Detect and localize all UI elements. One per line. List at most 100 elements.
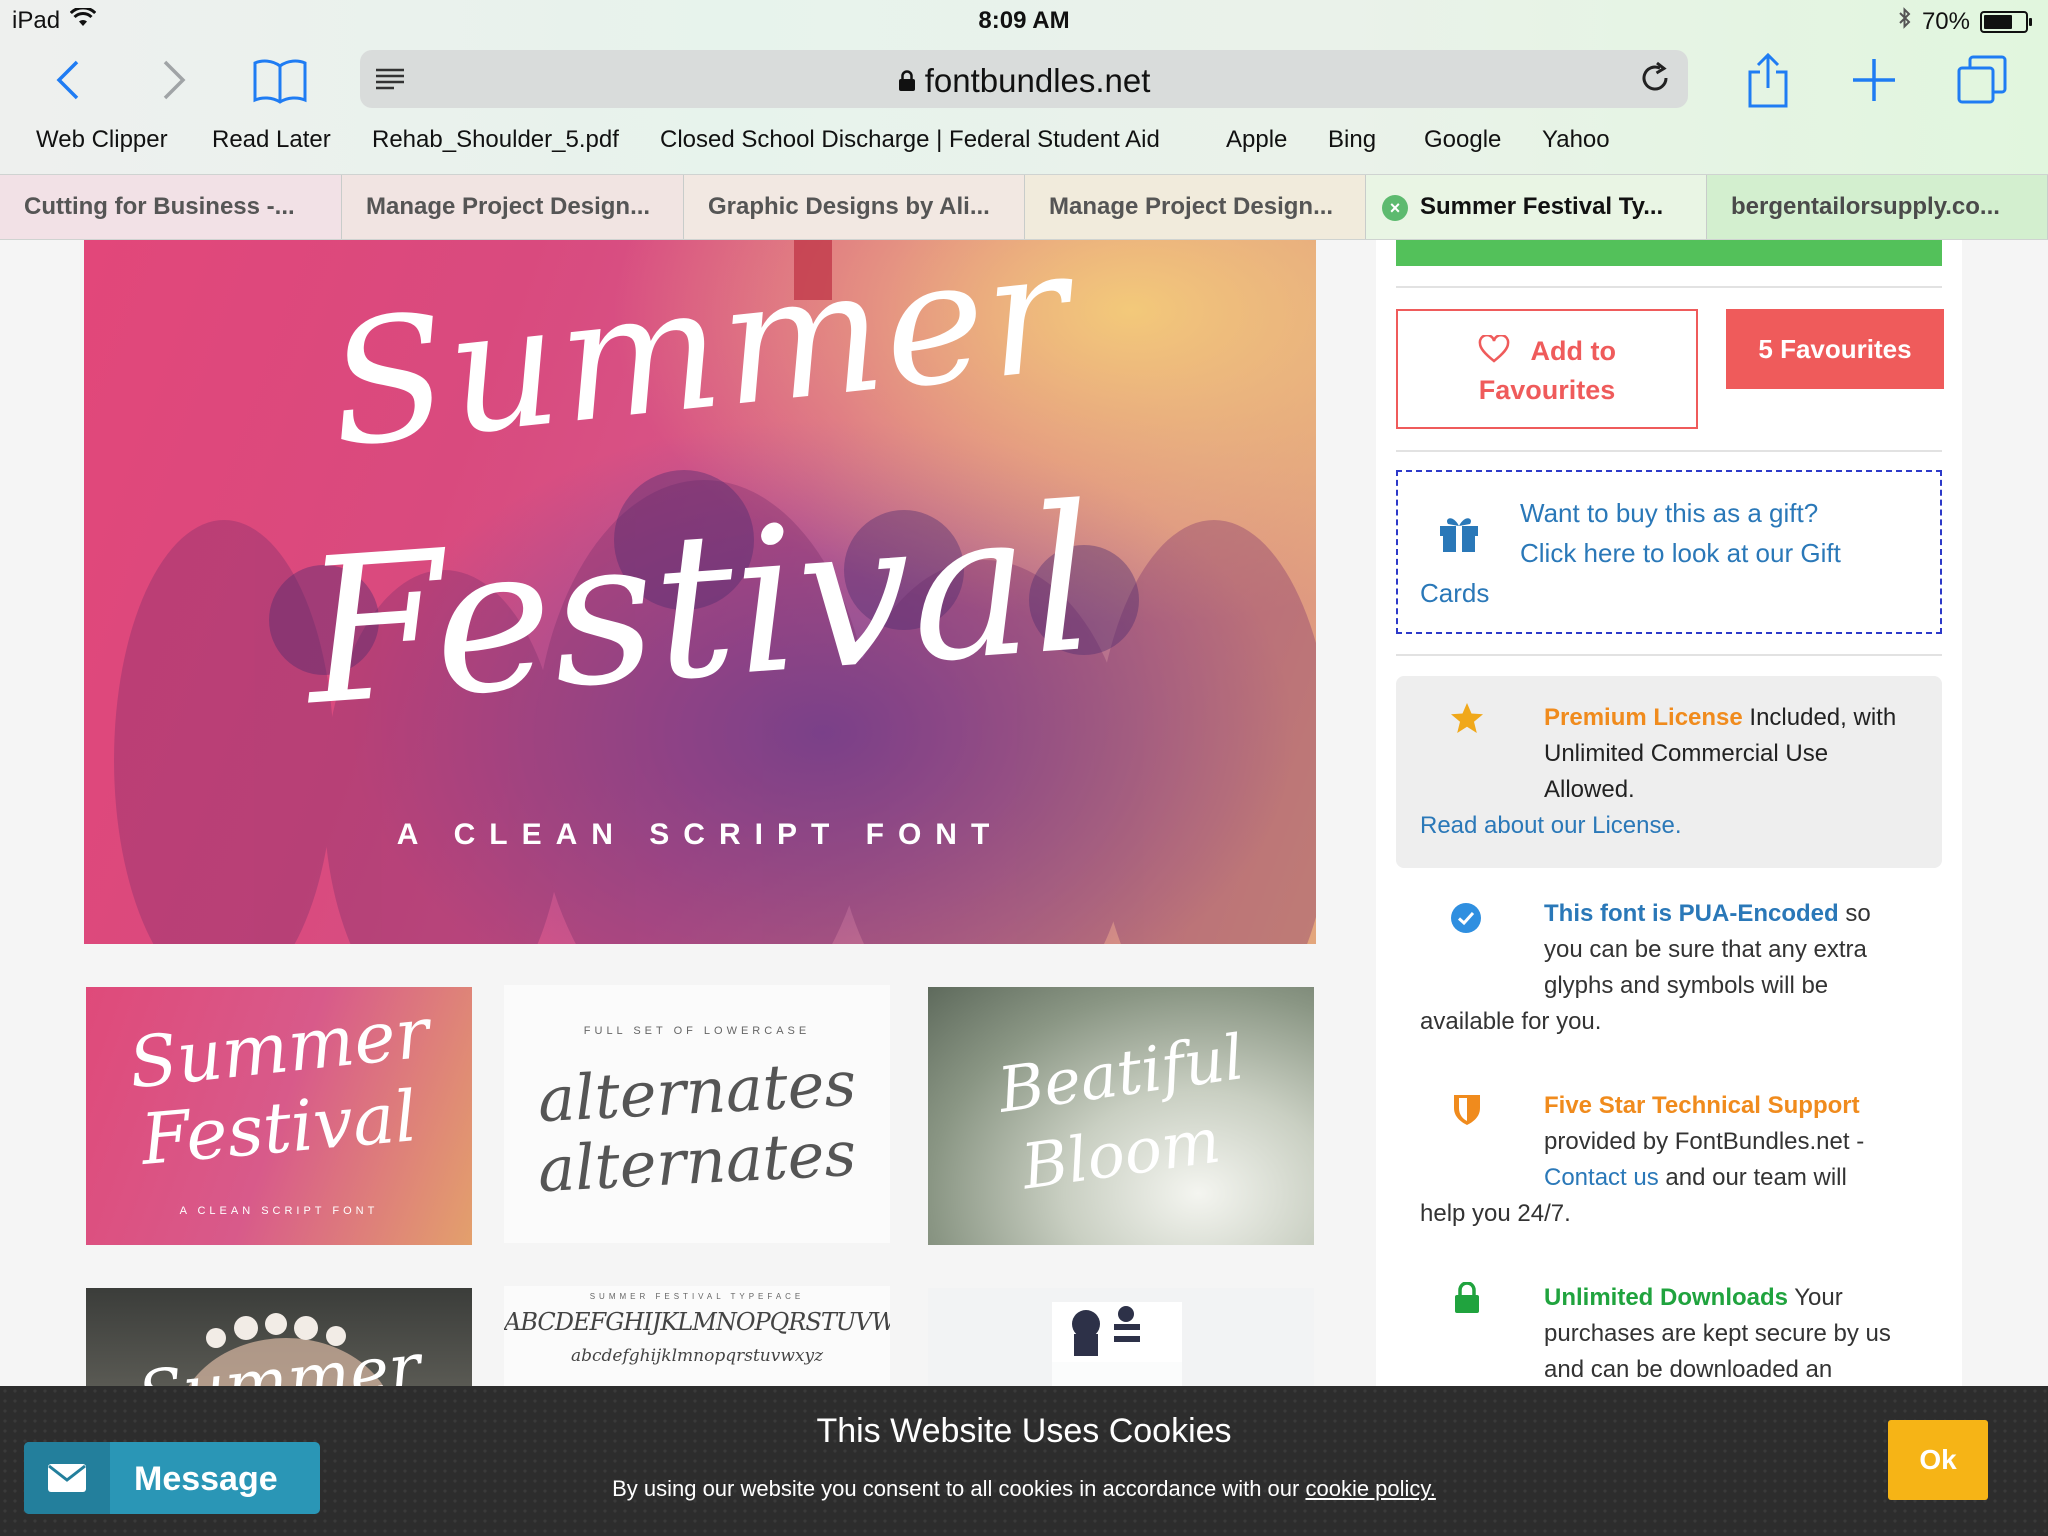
battery-percent: 70%: [1921, 7, 1970, 35]
reload-icon[interactable]: [1638, 61, 1672, 100]
favourites-label-line2: Favourites: [1478, 375, 1616, 405]
downloads-text-line3: and can be downloaded an: [1544, 1356, 1833, 1383]
bookmark-read-later[interactable]: Read Later: [212, 126, 331, 154]
pua-text-line3: glyphs and symbols will be: [1544, 972, 1829, 999]
tab-label: Graphic Designs by Ali...: [708, 193, 990, 220]
thumb-heading: FULL SET OF LOWERCASE: [583, 1025, 811, 1037]
tab-manage-project-design-2[interactable]: Manage Project Design...: [1025, 175, 1366, 239]
battery-icon: [1980, 10, 2032, 33]
add-to-favourites-button[interactable]: Add to Favourites: [1396, 309, 1698, 429]
gift-text-line2: Click here to look at our Gift: [1520, 538, 1841, 568]
pua-title: This font is PUA-Encoded: [1544, 900, 1839, 927]
lock-icon: [1454, 1281, 1480, 1325]
message-button[interactable]: Message: [24, 1442, 320, 1514]
tab-cutting-for-business[interactable]: Cutting for Business -...: [0, 175, 342, 239]
tab-label: Cutting for Business -...: [24, 193, 295, 220]
technical-support-feature: Five Star Technical Support provided by …: [1396, 1082, 1942, 1242]
tab-label: Summer Festival Ty...: [1420, 193, 1664, 220]
shield-icon: [1452, 1092, 1482, 1137]
pua-text: so: [1838, 900, 1871, 927]
bluetooth-icon: [1898, 7, 1912, 36]
cookie-policy-link[interactable]: cookie policy.: [1305, 1476, 1435, 1501]
pua-text-line2: you can be sure that any extra: [1544, 936, 1867, 963]
bookmark-yahoo[interactable]: Yahoo: [1542, 126, 1610, 154]
support-text-line3: and our team will: [1658, 1164, 1847, 1191]
url-text: fontbundles.net: [924, 62, 1151, 99]
support-text-line4: help you 24/7.: [1420, 1200, 1571, 1227]
read-license-link[interactable]: Read about our License.: [1420, 808, 1682, 844]
web-page: Summer Festival A CLEAN SCRIPT FONT Summ…: [0, 240, 2048, 1536]
unlimited-downloads-feature: Unlimited Downloads Your purchases are k…: [1396, 1274, 1942, 1404]
tab-label: Manage Project Design...: [366, 193, 651, 220]
license-info-box: Premium License Included, with Unlimited…: [1396, 676, 1942, 868]
share-button[interactable]: [1736, 50, 1800, 110]
bookmark-apple[interactable]: Apple: [1226, 126, 1287, 154]
product-sidebar: Add to Favourites 5 Favourites Want to b…: [1376, 240, 1962, 1536]
browser-chrome: iPad 8:09 AM 70% fontbundles.net Web Cli…: [0, 0, 2048, 240]
back-button[interactable]: [36, 50, 100, 110]
new-tab-button[interactable]: [1842, 50, 1906, 110]
gift-text-line3: Cards: [1420, 578, 1490, 608]
divider: [1396, 654, 1942, 656]
support-title: Five Star Technical Support: [1544, 1092, 1860, 1119]
thumb-subtitle: A CLEAN SCRIPT FONT: [179, 1205, 379, 1217]
license-text: Included, with: [1742, 704, 1897, 731]
gift-card-link[interactable]: Want to buy this as a gift? Click here t…: [1396, 470, 1942, 634]
gallery-thumbnail-beatiful-bloom[interactable]: Beatiful Bloom: [928, 987, 1314, 1245]
battery-fill: [1984, 14, 2012, 29]
favourites-label-line1: Add to: [1530, 336, 1616, 366]
bookmark-google[interactable]: Google: [1424, 126, 1501, 154]
tabs-overview-button[interactable]: [1950, 50, 2014, 110]
status-bar: iPad 8:09 AM 70%: [0, 0, 2048, 40]
checkmark-circle-icon: [1450, 902, 1482, 945]
tab-label: Manage Project Design...: [1049, 193, 1334, 220]
license-title: Premium License: [1544, 704, 1743, 731]
gallery-thumbnail-alternates[interactable]: FULL SET OF LOWERCASE alternates alterna…: [504, 985, 890, 1243]
tab-label: bergentailorsupply.co...: [1731, 193, 2000, 220]
envelope-icon: [24, 1442, 110, 1514]
cookie-text-body: By using our website you consent to all …: [612, 1476, 1306, 1501]
support-text-line2: provided by FontBundles.net -: [1544, 1128, 1865, 1155]
cookie-ok-button[interactable]: Ok: [1888, 1420, 1988, 1500]
tab-bergen-tailor-supply[interactable]: bergentailorsupply.co...: [1707, 175, 2048, 239]
thumb-heading: SUMMER FESTIVAL TYPEFACE: [589, 1292, 805, 1301]
downloads-title: Unlimited Downloads: [1544, 1284, 1789, 1311]
bookmark-federal-student-aid[interactable]: Closed School Discharge | Federal Studen…: [660, 126, 1160, 154]
bookmark-web-clipper[interactable]: Web Clipper: [36, 126, 168, 154]
add-to-cart-button[interactable]: [1396, 240, 1942, 266]
address-bar[interactable]: fontbundles.net: [360, 50, 1688, 108]
product-hero-image[interactable]: Summer Festival A CLEAN SCRIPT FONT: [84, 240, 1316, 944]
cookie-banner: This Website Uses Cookies By using our w…: [0, 1386, 2048, 1536]
tab-graphic-designs[interactable]: Graphic Designs by Ali...: [684, 175, 1025, 239]
message-label: Message: [134, 1460, 278, 1498]
bookmarks-button[interactable]: [248, 50, 312, 110]
tab-summer-festival[interactable]: × Summer Festival Ty...: [1366, 175, 1707, 239]
clock: 8:09 AM: [978, 7, 1070, 34]
bookmark-rehab-pdf[interactable]: Rehab_Shoulder_5.pdf: [372, 126, 619, 154]
heart-icon: [1478, 333, 1531, 366]
divider: [1396, 450, 1942, 452]
license-text-line2: Unlimited Commercial Use: [1544, 740, 1829, 767]
favourites-count-button[interactable]: 5 Favourites: [1726, 309, 1944, 389]
forward-button[interactable]: [142, 50, 206, 110]
license-text-line3: Allowed.: [1544, 776, 1635, 803]
downloads-text: Your: [1788, 1284, 1843, 1311]
pua-encoded-feature: This font is PUA-Encoded so you can be s…: [1396, 890, 1942, 1050]
gallery-thumbnail-summer-festival[interactable]: Summer Festival A CLEAN SCRIPT FONT: [86, 987, 472, 1245]
downloads-text-line2: purchases are kept secure by us: [1544, 1320, 1891, 1347]
gift-text-line1: Want to buy this as a gift?: [1520, 498, 1819, 528]
contact-us-link[interactable]: Contact us: [1544, 1164, 1659, 1191]
thumb-alphabet-upper: ABCDEFGHIJKLMNOPQRSTUVWXYZ: [504, 1308, 890, 1336]
close-tab-icon[interactable]: ×: [1382, 195, 1408, 221]
star-icon: [1450, 702, 1484, 745]
tab-manage-project-design-1[interactable]: Manage Project Design...: [342, 175, 684, 239]
lock-icon: [898, 62, 925, 99]
pua-text-line4: available for you.: [1420, 1008, 1602, 1035]
bookmark-bing[interactable]: Bing: [1328, 126, 1376, 154]
hero-subtitle: A CLEAN SCRIPT FONT: [396, 818, 1004, 851]
thumb-alphabet-lower: abcdefghijklmnopqrstuvwxyz: [570, 1346, 824, 1366]
browser-toolbar: fontbundles.net: [0, 44, 2048, 114]
gift-icon: [1436, 512, 1482, 561]
divider: [1396, 286, 1942, 288]
tab-bar: Cutting for Business -... Manage Project…: [0, 174, 2048, 240]
